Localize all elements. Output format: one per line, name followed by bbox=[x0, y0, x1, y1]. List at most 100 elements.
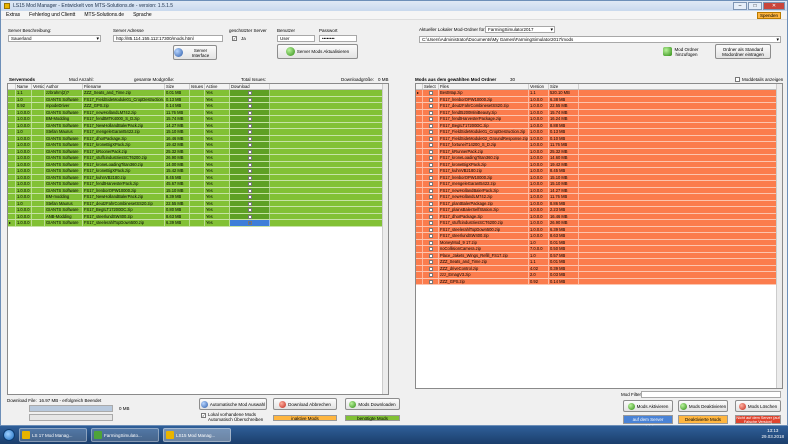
start-button[interactable] bbox=[3, 429, 15, 441]
select-checkbox[interactable] bbox=[429, 175, 433, 180]
game-select[interactable]: FarmingSimulator2017 bbox=[485, 26, 555, 33]
maximize-button[interactable]: □ bbox=[748, 2, 762, 10]
download-checkbox[interactable] bbox=[248, 136, 252, 141]
select-checkbox[interactable] bbox=[429, 149, 433, 154]
refresh-server-mods-button[interactable]: Server Mods Aktualisieren bbox=[277, 44, 358, 59]
list-item[interactable]: ZZZ_GPS.zip 0.92 0.14 MB bbox=[416, 278, 782, 285]
download-checkbox[interactable] bbox=[248, 123, 252, 128]
download-checkbox[interactable] bbox=[248, 91, 252, 95]
col-files[interactable]: Files bbox=[439, 84, 529, 89]
mod-filter-input[interactable] bbox=[641, 391, 781, 398]
task-farming-simulator[interactable]: FarmingSimulato... bbox=[91, 428, 159, 442]
col-download[interactable]: Download bbox=[230, 84, 270, 89]
col-select[interactable]: Select bbox=[423, 84, 439, 89]
select-checkbox[interactable] bbox=[429, 130, 433, 134]
task-mod-manager-15[interactable]: LS15 Mod Manag... bbox=[163, 428, 231, 442]
close-button[interactable]: ✕ bbox=[763, 2, 785, 10]
download-checkbox[interactable] bbox=[248, 104, 252, 108]
activate-mods-button[interactable]: Mods Aktivieren bbox=[623, 400, 673, 412]
download-checkbox[interactable] bbox=[248, 221, 252, 225]
replace-checkbox[interactable]: ✓ bbox=[201, 413, 206, 418]
download-checkbox[interactable] bbox=[248, 188, 252, 193]
task-mod-manager-17[interactable]: LS 17 Mod Manag... bbox=[19, 428, 87, 442]
default-folder-button[interactable]: Ordner als Standard Modordner eintragen bbox=[715, 44, 771, 59]
col-author[interactable]: Author bbox=[45, 84, 83, 89]
select-checkbox[interactable] bbox=[429, 97, 433, 102]
col-active[interactable]: Active bbox=[205, 84, 230, 89]
select-checkbox[interactable] bbox=[429, 260, 433, 264]
select-checkbox[interactable] bbox=[429, 182, 433, 186]
select-checkbox[interactable] bbox=[429, 162, 433, 167]
download-checkbox[interactable] bbox=[248, 162, 252, 167]
delete-mods-button[interactable]: Mods Löschen bbox=[735, 400, 781, 412]
download-checkbox[interactable] bbox=[248, 117, 252, 121]
menu-language[interactable]: Sprache bbox=[133, 12, 152, 18]
download-checkbox[interactable] bbox=[248, 149, 252, 154]
select-checkbox[interactable] bbox=[429, 169, 433, 173]
local-grid-scrollbar[interactable] bbox=[776, 84, 782, 388]
select-checkbox[interactable] bbox=[429, 214, 433, 219]
select-checkbox[interactable] bbox=[429, 143, 433, 147]
row-marker bbox=[416, 194, 423, 200]
add-folder-button[interactable]: Mod Ordner hinzufügen bbox=[663, 44, 699, 59]
password-input[interactable]: •••••••• bbox=[319, 35, 357, 42]
download-checkbox[interactable] bbox=[248, 208, 252, 212]
table-row[interactable]: ▸ 1.0.0.0 GIANTS Software FS17_steelerahlTo… bbox=[8, 220, 388, 227]
col-name[interactable]: Name bbox=[16, 84, 32, 89]
local-path-select[interactable]: C:\Users\Administrator\Documents\My Game… bbox=[419, 36, 781, 43]
server-desc-select[interactable]: Sauerland bbox=[8, 35, 101, 42]
download-checkbox[interactable] bbox=[248, 130, 252, 134]
select-checkbox[interactable] bbox=[429, 188, 433, 193]
col-issues[interactable]: Issues bbox=[190, 84, 205, 89]
select-checkbox[interactable] bbox=[429, 227, 433, 232]
select-checkbox[interactable] bbox=[429, 195, 433, 199]
select-checkbox[interactable] bbox=[429, 247, 433, 251]
select-checkbox[interactable] bbox=[429, 273, 433, 277]
auto-select-button[interactable]: Automatische Mod Auswahl bbox=[199, 398, 267, 410]
download-mods-button[interactable]: Mods Downloaden bbox=[345, 398, 400, 410]
download-checkbox[interactable] bbox=[248, 214, 252, 219]
menu-extras[interactable]: Extras bbox=[6, 12, 20, 18]
col-local-size[interactable]: Size bbox=[549, 84, 579, 89]
menu-errorlog[interactable]: Fehlerlog und Clientt bbox=[29, 12, 75, 18]
select-checkbox[interactable] bbox=[429, 221, 433, 225]
select-checkbox[interactable] bbox=[429, 136, 433, 141]
download-checkbox[interactable] bbox=[248, 169, 252, 173]
select-checkbox[interactable] bbox=[429, 117, 433, 121]
select-checkbox[interactable] bbox=[429, 234, 433, 238]
show-details-checkbox[interactable] bbox=[735, 77, 740, 82]
server-grid-scrollbar[interactable] bbox=[382, 84, 388, 394]
download-checkbox[interactable] bbox=[248, 195, 252, 199]
donate-button[interactable]: Spenden bbox=[757, 12, 781, 19]
download-checkbox[interactable] bbox=[248, 201, 252, 206]
col-filename[interactable]: Filename bbox=[83, 84, 165, 89]
download-checkbox[interactable] bbox=[248, 143, 252, 147]
user-input[interactable]: User bbox=[277, 35, 315, 42]
select-checkbox[interactable] bbox=[429, 110, 433, 115]
col-size[interactable]: Size bbox=[165, 84, 190, 89]
select-checkbox[interactable] bbox=[429, 156, 433, 160]
server-interface-button[interactable]: Server Interface bbox=[173, 45, 217, 60]
abort-download-button[interactable]: Download Abbrechen bbox=[273, 398, 337, 410]
select-checkbox[interactable] bbox=[429, 104, 433, 108]
menu-mts[interactable]: MTS-Solutions.de bbox=[84, 12, 124, 18]
download-checkbox[interactable] bbox=[248, 97, 252, 102]
select-checkbox[interactable] bbox=[429, 201, 433, 206]
select-checkbox[interactable] bbox=[429, 240, 433, 245]
select-checkbox[interactable] bbox=[429, 253, 433, 258]
download-checkbox[interactable] bbox=[248, 156, 252, 160]
select-checkbox[interactable] bbox=[429, 123, 433, 128]
protected-server-checkbox[interactable]: ✓ bbox=[232, 36, 237, 41]
minimize-button[interactable]: – bbox=[733, 2, 747, 10]
select-checkbox[interactable] bbox=[429, 208, 433, 212]
download-checkbox[interactable] bbox=[248, 110, 252, 115]
download-checkbox[interactable] bbox=[248, 175, 252, 180]
select-checkbox[interactable] bbox=[429, 91, 433, 95]
select-checkbox[interactable] bbox=[429, 266, 433, 271]
select-checkbox[interactable] bbox=[429, 279, 433, 284]
server-address-input[interactable]: http://85.114.155.112:17300/mods.html bbox=[113, 35, 223, 42]
download-checkbox[interactable] bbox=[248, 182, 252, 186]
col-local-version[interactable]: Version bbox=[529, 84, 549, 89]
deactivate-mods-button[interactable]: Mods Deaktivieren bbox=[678, 400, 728, 412]
col-version[interactable]: Version bbox=[32, 84, 45, 89]
